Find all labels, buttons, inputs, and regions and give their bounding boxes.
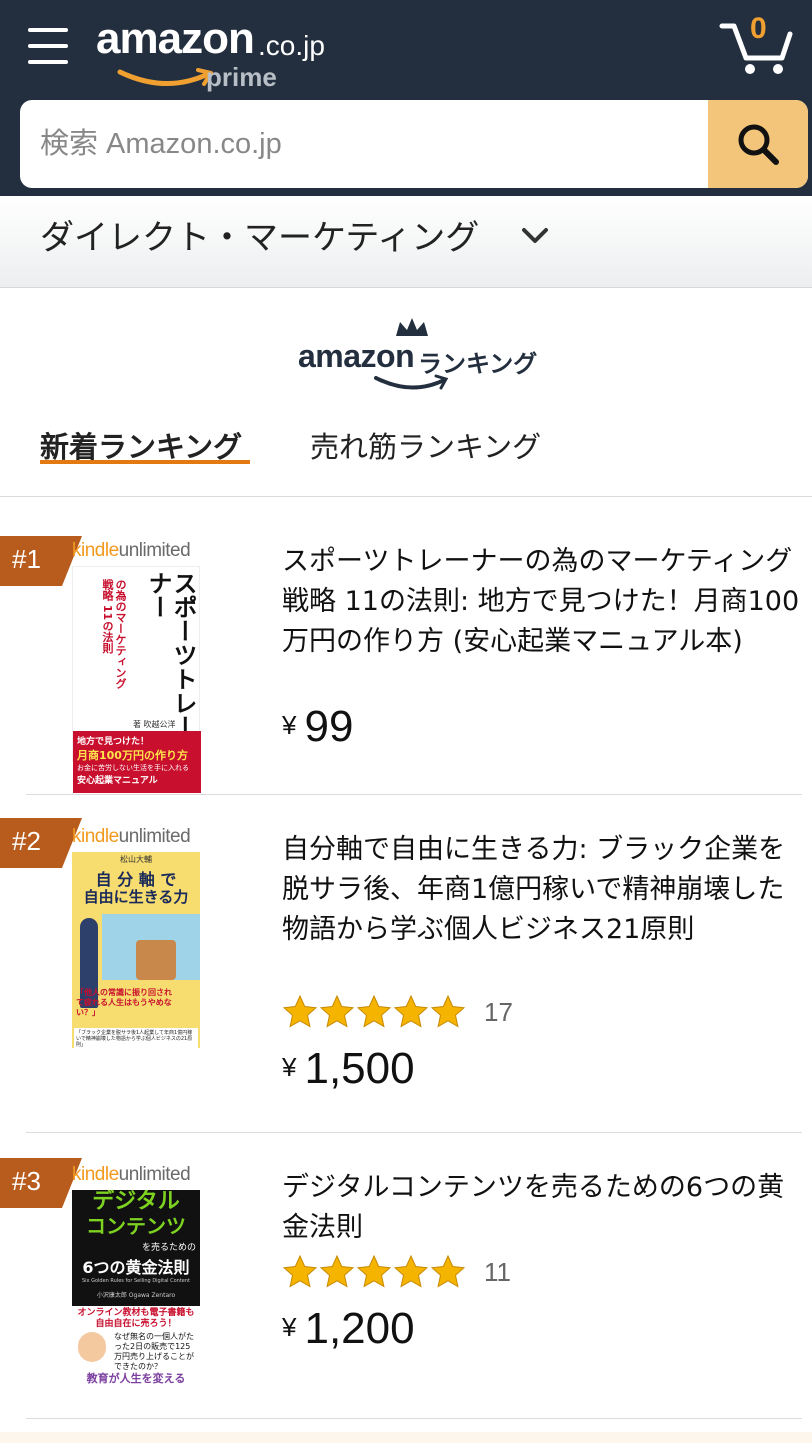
cover-question: なぜ無名の一個人がたった2日の販売で125万円売り上げることができたのか？ xyxy=(114,1332,194,1371)
cover-title-line1: デジタル xyxy=(92,1190,180,1214)
product-price: ¥1,500 xyxy=(282,1044,415,1093)
rank-number: #2 xyxy=(12,826,41,856)
rank-badge: #1 xyxy=(0,536,82,586)
kindle-unlimited-label: kindleunlimited xyxy=(72,540,191,561)
menu-icon[interactable] xyxy=(28,28,68,64)
five-stars-icon xyxy=(282,994,466,1028)
cover-quote: 「他人の常識に振り回されて疲れる人生はもうやめない？」 xyxy=(76,988,172,1017)
amazon-prime-logo[interactable]: amazon .co.jp prime xyxy=(96,14,346,94)
rank-number: #1 xyxy=(12,544,41,574)
ranking-brand: amazon xyxy=(298,338,415,374)
cover-bottom-text: 教育が人生を変える xyxy=(86,1372,186,1385)
bottom-strip xyxy=(0,1432,812,1443)
cover-promo: オンライン教材も電子書籍も自由自在に売ろう！ xyxy=(77,1308,195,1329)
cover-title-line3: を売るための xyxy=(141,1243,196,1253)
ranking-smile-icon xyxy=(374,374,449,390)
search-input[interactable] xyxy=(20,100,710,188)
book-cover[interactable]: kindleunlimited 松山大輔 自 分 軸 で 自由に生きる力 「他人… xyxy=(72,826,200,1048)
review-count: 17 xyxy=(484,996,513,1027)
cover-title-line4: 6つの黄金法則 xyxy=(82,1258,190,1277)
five-stars-icon xyxy=(282,1254,466,1288)
product-title[interactable]: デジタルコンテンツを売るための6つの黄金法則 xyxy=(282,1168,802,1248)
crown-icon xyxy=(396,318,428,336)
review-count: 11 xyxy=(484,1256,511,1287)
category-label: ダイレクト・マーケティング xyxy=(40,218,480,258)
smile-arrow-icon xyxy=(117,68,213,86)
cart-count: 0 xyxy=(750,12,767,45)
amazon-ranking-logo: amazon ランキング xyxy=(298,316,538,402)
cover-subtitle: の為のマーケティング戦略 11の法則 xyxy=(101,579,127,689)
cart-button[interactable]: 0 xyxy=(718,12,794,76)
top-header: amazon .co.jp prime 0 xyxy=(0,0,812,196)
logo-prime: prime xyxy=(206,62,277,92)
cover-character xyxy=(78,1332,106,1362)
tabs-divider xyxy=(0,496,812,497)
rank-badge: #2 xyxy=(0,818,82,868)
star-rating[interactable]: 17 xyxy=(282,994,513,1030)
book-cover[interactable]: kindleunlimited スポーツトレーナー の為のマーケティング戦略 1… xyxy=(72,540,201,793)
kindle-unlimited-label: kindleunlimited xyxy=(72,826,191,847)
kindle-unlimited-label: kindleunlimited xyxy=(72,1164,191,1185)
tab-best-sellers[interactable]: 売れ筋ランキング xyxy=(310,424,541,466)
ranking-item[interactable]: #2 kindleunlimited 松山大輔 自 分 軸 で 自由に生きる力 … xyxy=(0,818,812,1130)
item-divider xyxy=(26,1132,802,1133)
rank-number: #3 xyxy=(12,1166,41,1196)
cover-title-line2: 自由に生きる力 xyxy=(83,888,189,906)
active-tab-indicator xyxy=(40,460,250,464)
chevron-down-icon xyxy=(522,228,548,243)
book-cover[interactable]: kindleunlimited デジタル コンテンツ を売るための 6つの黄金法… xyxy=(72,1164,200,1386)
search-icon xyxy=(738,124,779,165)
item-divider xyxy=(26,794,802,795)
cover-author: 松山大輔 xyxy=(120,855,152,864)
search-bar xyxy=(20,100,808,188)
cover-author: 小沢康太郎 Ogawa Zentaro xyxy=(96,1292,176,1299)
item-divider xyxy=(26,1418,802,1419)
product-price: ¥99 xyxy=(282,702,354,751)
cover-english-title: Six Golden Rules for Selling Digital Con… xyxy=(81,1278,191,1284)
product-title[interactable]: 自分軸で自由に生きる力: ブラック企業を脱サラ後、年商1億円稼いで精神崩壊した物… xyxy=(282,830,802,950)
logo-tld: .co.jp xyxy=(258,30,325,61)
cover-title-line2: コンテンツ xyxy=(86,1214,186,1238)
product-price: ¥1,200 xyxy=(282,1304,415,1353)
product-title[interactable]: スポーツトレーナーの為のマーケティング戦略 11の法則: 地方で見つけた！月商1… xyxy=(282,542,802,662)
category-dropdown[interactable]: ダイレクト・マーケティング xyxy=(0,196,812,288)
cover-footer: 「ブラック企業を脱サラ後1人起業して年商1億円稼いで精神崩壊した物語から学ぶ個人… xyxy=(74,1028,198,1048)
cover-author: 著 吹越公洋 xyxy=(133,720,176,729)
ranking-item[interactable]: #3 kindleunlimited デジタル コンテンツ を売るための 6つの… xyxy=(0,1158,812,1420)
rank-badge: #3 xyxy=(0,1158,82,1208)
star-rating[interactable]: 11 xyxy=(282,1254,511,1290)
cover-band: 地方で見つけた！ 月商100万円の作り方 お金に苦労しない生活を手に入れる 安心… xyxy=(73,731,201,793)
search-button[interactable] xyxy=(708,100,808,188)
ranking-item[interactable]: #1 kindleunlimited スポーツトレーナー の為のマーケティング戦… xyxy=(0,530,812,794)
logo-word: amazon xyxy=(96,14,255,63)
